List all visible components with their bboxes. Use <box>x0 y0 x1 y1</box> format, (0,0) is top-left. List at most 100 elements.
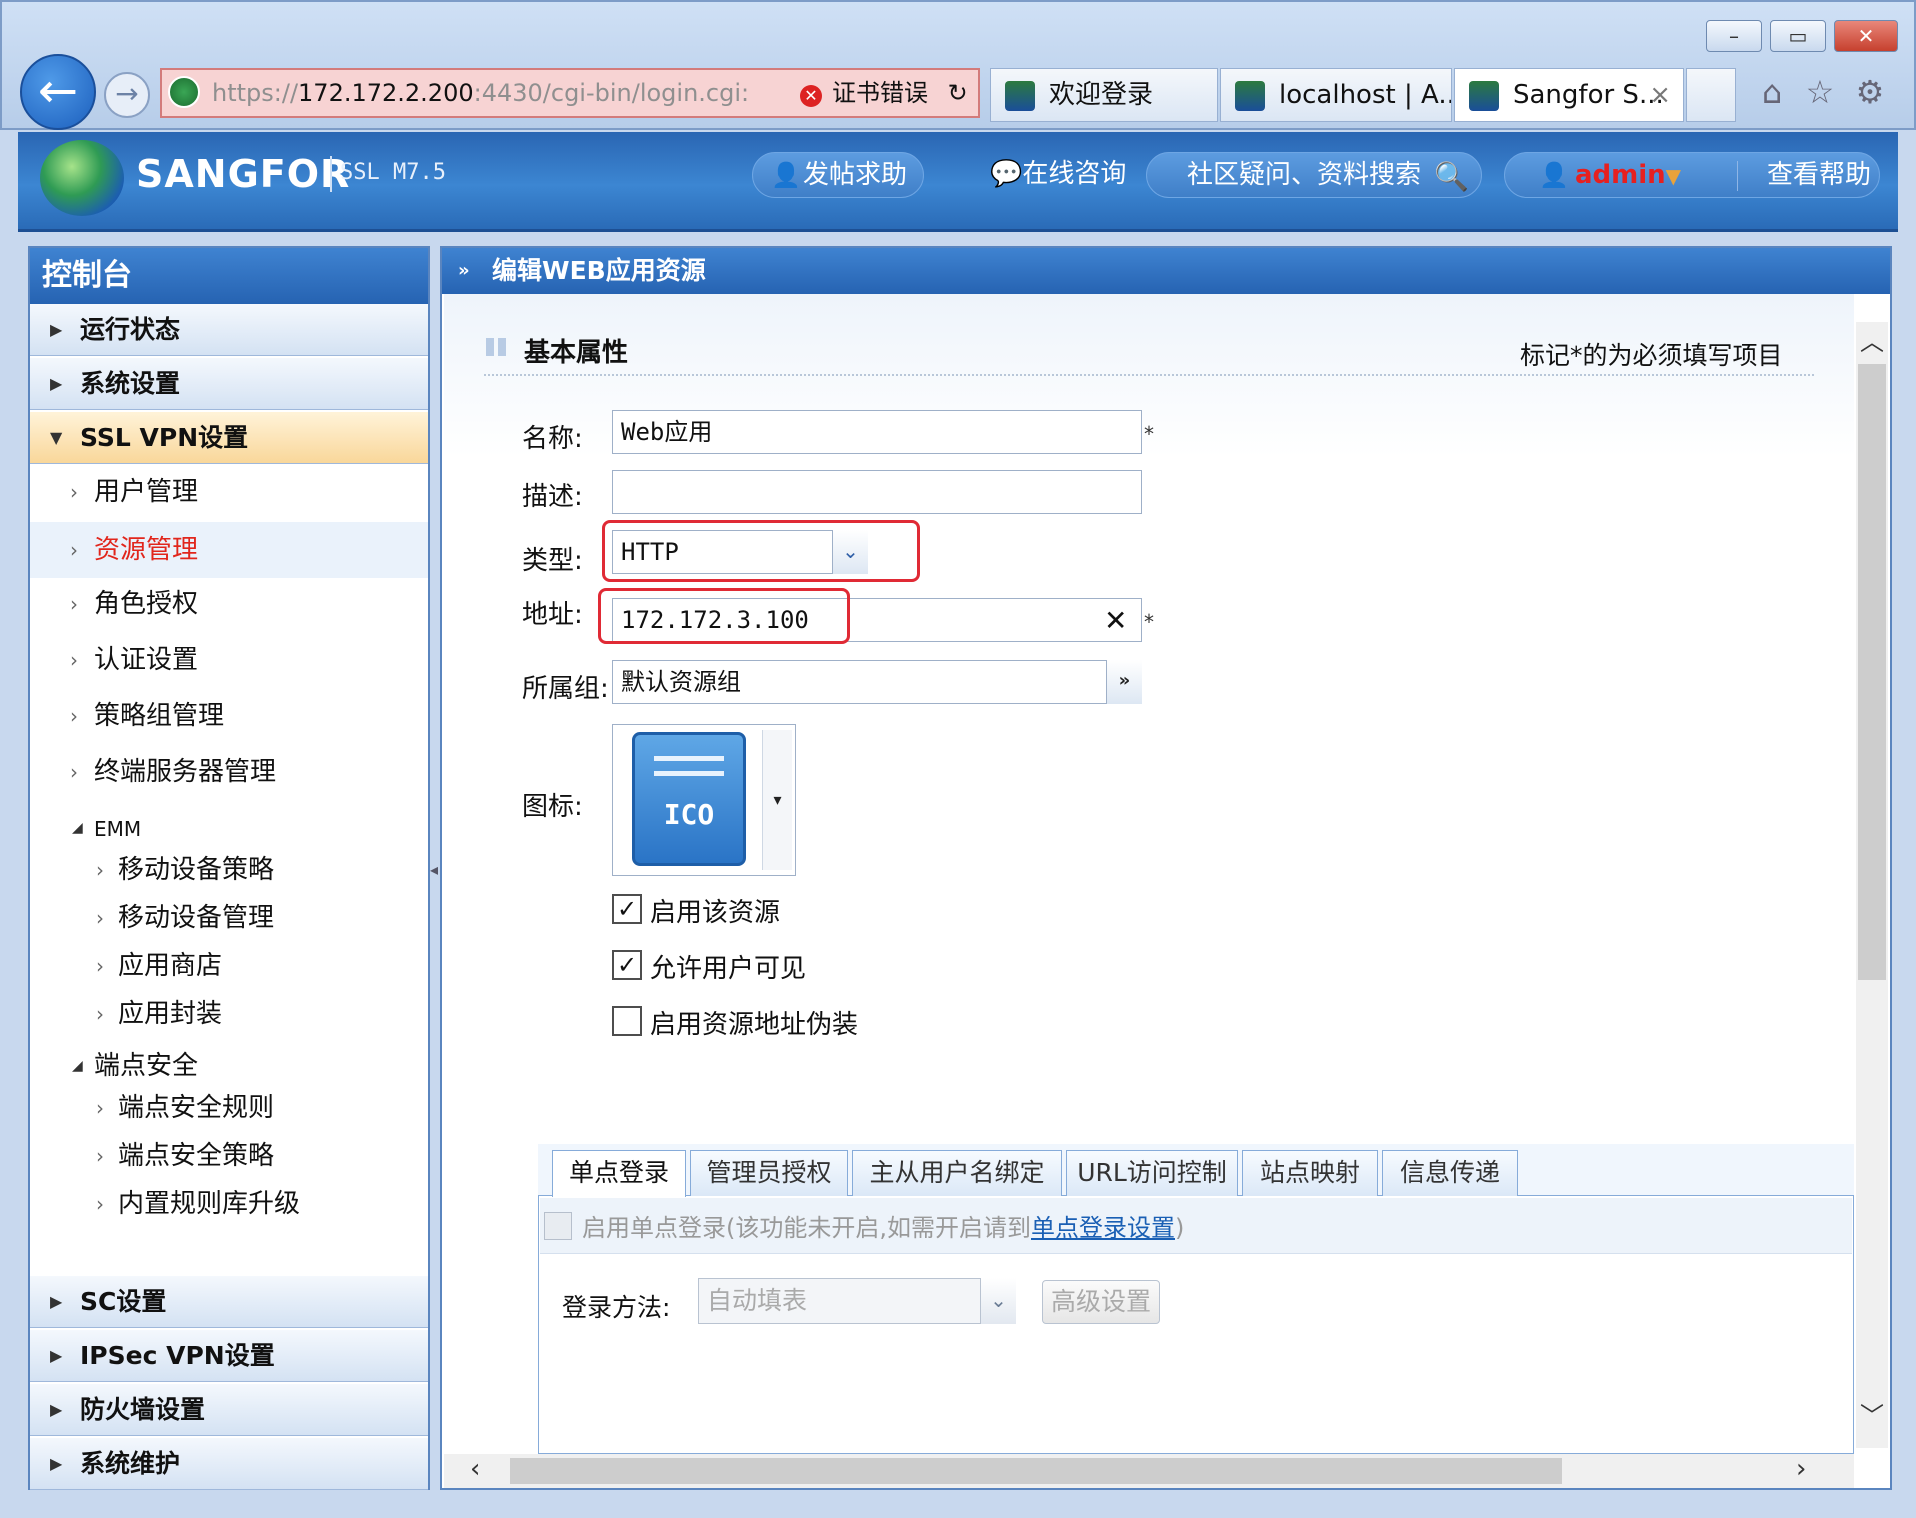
chevron-right-icon: ▶ <box>50 1292 63 1311</box>
chevron-right-icon: ▶ <box>50 320 63 339</box>
sidebar-section-maintenance[interactable]: ▶ 系统维护 <box>30 1438 428 1490</box>
sso-settings-link[interactable]: 单点登录设置 <box>1031 1214 1175 1242</box>
scroll-right-icon[interactable]: › <box>1796 1454 1806 1484</box>
chevron-right-icon: › <box>96 906 104 930</box>
tab-site-mapping[interactable]: 站点映射 <box>1242 1150 1378 1196</box>
user-visible-checkbox[interactable]: ✓ <box>612 950 642 980</box>
chevron-right-icon: ▶ <box>50 1400 63 1419</box>
vertical-scroll-thumb[interactable] <box>1858 364 1886 980</box>
chevron-right-icon: › <box>70 538 78 562</box>
tab-user-binding[interactable]: 主从用户名绑定 <box>852 1150 1062 1196</box>
icon-label: 图标: <box>522 792 583 822</box>
sidebar-item-resource-mgmt[interactable]: › 资源管理 <box>30 522 428 578</box>
sidebar-item-rule-upgrade[interactable]: › 内置规则库升级 <box>30 1180 428 1228</box>
enable-resource-checkbox[interactable]: ✓ <box>612 894 642 924</box>
scroll-left-icon[interactable]: ‹ <box>470 1454 480 1484</box>
sidebar-item-mobile-policy[interactable]: › 移动设备策略 <box>30 846 428 894</box>
forward-arrow-icon[interactable]: → <box>104 72 150 118</box>
item-label: 终端服务器管理 <box>94 757 277 787</box>
chevron-right-icon: › <box>70 480 78 504</box>
cert-error-label: 证书错误 <box>832 79 928 107</box>
scroll-up-icon[interactable]: ︿ <box>1856 322 1888 356</box>
user-menu[interactable]: 👤 admin▼ 查看帮助 <box>1504 152 1880 198</box>
sidebar-item-app-store[interactable]: › 应用商店 <box>30 942 428 990</box>
sidebar-item-endpoint-policy[interactable]: › 端点安全策略 <box>30 1132 428 1180</box>
desc-input[interactable] <box>612 470 1142 514</box>
sidebar-item-policy-group[interactable]: › 策略组管理 <box>30 692 428 740</box>
chevron-right-icon: ▶ <box>50 374 63 393</box>
triangle-down-icon[interactable]: ▾ <box>762 730 792 870</box>
item-label: 应用封装 <box>118 999 223 1029</box>
view-help-link[interactable]: 查看帮助 <box>1767 153 1871 197</box>
sidebar-section-running[interactable]: ▶ 运行状态 <box>30 304 428 356</box>
page-title: 编辑WEB应用资源 <box>492 256 706 285</box>
login-method-select: 自动填表 <box>698 1278 1016 1324</box>
sidebar-section-ipsec[interactable]: ▶ IPSec VPN设置 <box>30 1330 428 1382</box>
sidebar-item-terminal-server[interactable]: › 终端服务器管理 <box>30 748 428 796</box>
required-star: * <box>1144 422 1154 446</box>
sidebar-item-app-wrap[interactable]: › 应用封装 <box>30 990 428 1038</box>
tab-admin-auth[interactable]: 管理员授权 <box>690 1150 848 1196</box>
sidebar-section-system[interactable]: ▶ 系统设置 <box>30 358 428 410</box>
addr-label: 地址: <box>522 600 583 630</box>
search-placeholder: 社区疑问、资料搜索 <box>1187 160 1422 190</box>
cert-error-badge[interactable]: ✕ 证书错误 ↻ <box>800 70 980 116</box>
chevron-right-icon: › <box>96 1144 104 1168</box>
online-consult-button[interactable]: 💬在线咨询 <box>976 152 1136 198</box>
sidebar-item-user-mgmt[interactable]: › 用户管理 <box>30 468 428 516</box>
ico-decoration <box>654 756 724 776</box>
user-visible-label: 允许用户可见 <box>650 954 807 984</box>
section-divider <box>484 374 1814 376</box>
tab-close-icon[interactable]: × <box>1649 69 1671 121</box>
sidebar-item-auth-settings[interactable]: › 认证设置 <box>30 636 428 684</box>
sidebar-section-firewall[interactable]: ▶ 防火墙设置 <box>30 1384 428 1436</box>
home-icon[interactable]: ⌂ <box>1752 72 1792 112</box>
sidebar-group-emm[interactable]: ◢ EMM <box>30 806 428 850</box>
double-chevron-icon[interactable]: » <box>1106 660 1142 704</box>
tab-info-transfer[interactable]: 信息传递 <box>1382 1150 1518 1196</box>
item-label: 移动设备策略 <box>118 855 275 885</box>
sidebar-section-sc[interactable]: ▶ SC设置 <box>30 1276 428 1328</box>
sangfor-logo-icon <box>40 140 124 216</box>
horizontal-scroll-thumb[interactable] <box>510 1458 1562 1484</box>
new-tab-button[interactable] <box>1686 68 1736 122</box>
chevron-right-icon: › <box>96 1002 104 1026</box>
enable-resource-label: 启用该资源 <box>650 898 781 928</box>
refresh-icon[interactable]: ↻ <box>948 79 968 107</box>
item-label: 认证设置 <box>94 645 199 675</box>
minimize-button[interactable]: – <box>1706 20 1762 52</box>
maximize-button[interactable]: ▭ <box>1770 20 1826 52</box>
browser-tab-welcome[interactable]: 欢迎登录 <box>990 68 1218 122</box>
chevron-right-icon: › <box>96 858 104 882</box>
group-input[interactable]: 默认资源组 <box>612 660 1142 704</box>
tab-sso[interactable]: 单点登录 <box>552 1150 686 1197</box>
browser-tab-localhost[interactable]: localhost | A... <box>1220 68 1452 122</box>
help-post-button[interactable]: 👤 发帖求助 <box>752 152 924 198</box>
back-arrow-icon[interactable]: ← <box>20 54 96 130</box>
sidebar-group-endpoint-security[interactable]: ◢ 端点安全 <box>30 1044 428 1088</box>
favorites-star-icon[interactable]: ☆ <box>1800 72 1840 112</box>
tab-url-access[interactable]: URL访问控制 <box>1066 1150 1238 1196</box>
close-window-button[interactable]: ✕ <box>1834 20 1898 52</box>
sidebar-section-sslvpn[interactable]: ▼ SSL VPN设置 <box>30 412 428 464</box>
sidebar-item-endpoint-rules[interactable]: › 端点安全规则 <box>30 1084 428 1132</box>
clear-icon[interactable]: ✕ <box>1104 604 1127 637</box>
sidebar-item-mobile-mgmt[interactable]: › 移动设备管理 <box>30 894 428 942</box>
search-icon[interactable]: 🔍 <box>1434 160 1469 193</box>
gear-icon[interactable]: ⚙ <box>1850 72 1890 112</box>
name-input[interactable]: Web应用 <box>612 410 1142 454</box>
chevron-down-icon: ▼ <box>1665 164 1682 188</box>
search-input[interactable]: 社区疑问、资料搜索 <box>1146 152 1482 198</box>
scroll-down-icon[interactable]: ﹀ <box>1856 1396 1888 1430</box>
desc-label: 描述: <box>522 482 583 512</box>
enable-sso-checkbox <box>544 1212 572 1240</box>
sidebar-item-role-auth[interactable]: › 角色授权 <box>30 580 428 628</box>
addr-disguise-checkbox[interactable] <box>612 1006 642 1036</box>
chevron-right-icon: › <box>70 760 78 784</box>
browser-tab-sangfor[interactable]: Sangfor S... × <box>1454 68 1684 122</box>
type-label: 类型: <box>522 546 583 576</box>
sidebar-collapse-icon[interactable]: ◂ <box>430 860 440 896</box>
sso-text-prefix: 启用单点登录(该功能未开启,如需开启请到 <box>582 1214 1031 1242</box>
site-favicon-icon <box>168 76 200 108</box>
item-label: 策略组管理 <box>94 701 225 731</box>
